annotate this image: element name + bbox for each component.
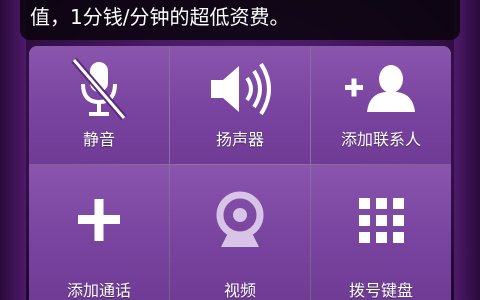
add-contact-icon xyxy=(311,54,451,124)
call-controls-grid: 静音 扬声器 添加联系人 添加通话 视频 拨号键盘 xyxy=(29,46,451,300)
promo-banner: 值，1分钱/分钟的超低资费。 xyxy=(20,0,460,40)
mute-label: 静音 xyxy=(82,130,115,149)
add-call-button[interactable]: 添加通话 xyxy=(29,165,169,300)
speaker-label: 扬声器 xyxy=(215,130,264,149)
speaker-icon xyxy=(170,54,310,124)
right-edge-background xyxy=(454,0,480,300)
add-contact-button[interactable]: 添加联系人 xyxy=(311,46,451,164)
dialpad-label: 拨号键盘 xyxy=(348,281,413,300)
mute-button[interactable]: 静音 xyxy=(29,46,169,164)
add-call-label: 添加通话 xyxy=(66,281,131,300)
keypad-icon xyxy=(311,185,451,255)
video-label: 视频 xyxy=(223,281,256,300)
left-edge-background xyxy=(0,0,26,300)
webcam-icon xyxy=(170,185,310,255)
promo-banner-text: 值，1分钱/分钟的超低资费。 xyxy=(30,5,290,29)
speaker-button[interactable]: 扬声器 xyxy=(170,46,310,164)
add-contact-label: 添加联系人 xyxy=(340,130,421,149)
dialpad-button[interactable]: 拨号键盘 xyxy=(311,165,451,300)
mic-muted-icon xyxy=(29,54,169,124)
video-button[interactable]: 视频 xyxy=(170,165,310,300)
plus-icon xyxy=(29,185,169,255)
